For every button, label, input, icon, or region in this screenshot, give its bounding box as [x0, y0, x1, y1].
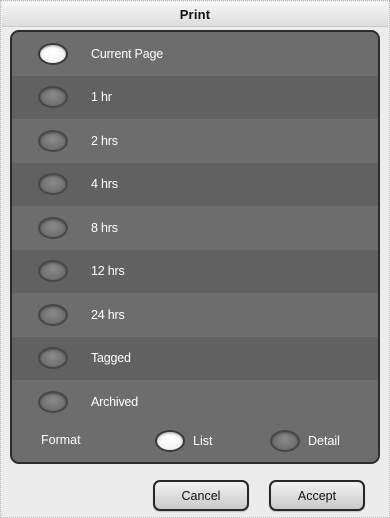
option-12-hrs[interactable]: 12 hrs	[12, 249, 378, 293]
option-1-hr[interactable]: 1 hr	[12, 75, 378, 119]
option-label: 8 hrs	[91, 220, 118, 235]
option-label: 24 hrs	[91, 307, 125, 322]
radio-current-page[interactable]	[38, 42, 68, 65]
option-label: 4 hrs	[91, 177, 118, 192]
option-label: 2 hrs	[91, 133, 118, 148]
option-tagged[interactable]: Tagged	[12, 336, 378, 380]
option-label: Tagged	[91, 351, 131, 366]
radio-2-hrs[interactable]	[38, 129, 68, 152]
accept-button[interactable]: Accept	[269, 480, 365, 511]
option-4-hrs[interactable]: 4 hrs	[12, 162, 378, 206]
radio-24-hrs[interactable]	[38, 303, 68, 326]
radio-4-hrs[interactable]	[38, 173, 68, 196]
option-label: 1 hr	[91, 90, 112, 105]
format-label: Format	[41, 433, 81, 447]
format-option-list[interactable]: List	[155, 420, 212, 462]
option-label: Current Page	[91, 46, 163, 61]
cancel-button[interactable]: Cancel	[153, 480, 249, 511]
option-24-hrs[interactable]: 24 hrs	[12, 293, 378, 337]
format-option-label: List	[193, 434, 213, 448]
option-label: 12 hrs	[91, 264, 125, 279]
option-archived[interactable]: Archived	[12, 380, 378, 424]
radio-format-list[interactable]	[155, 430, 185, 452]
radio-format-detail[interactable]	[270, 430, 300, 452]
format-option-detail[interactable]: Detail	[270, 420, 340, 462]
option-8-hrs[interactable]: 8 hrs	[12, 206, 378, 250]
radio-tagged[interactable]	[38, 347, 68, 370]
radio-12-hrs[interactable]	[38, 260, 68, 283]
radio-1-hr[interactable]	[38, 86, 68, 109]
print-options-panel: Current Page 1 hr 2 hrs 4 hrs 8 hrs 12 h…	[10, 30, 380, 464]
radio-archived[interactable]	[38, 390, 68, 413]
radio-8-hrs[interactable]	[38, 216, 68, 239]
format-option-label: Detail	[308, 434, 340, 448]
option-current-page[interactable]: Current Page	[12, 32, 378, 76]
option-label: Archived	[91, 394, 139, 409]
format-row: Format List Detail	[12, 420, 378, 462]
print-dialog: Print Current Page 1 hr 2 hrs 4 hrs 8 hr…	[0, 0, 390, 518]
title-bar: Print	[2, 2, 388, 27]
option-2-hrs[interactable]: 2 hrs	[12, 119, 378, 163]
dialog-title: Print	[179, 6, 211, 22]
